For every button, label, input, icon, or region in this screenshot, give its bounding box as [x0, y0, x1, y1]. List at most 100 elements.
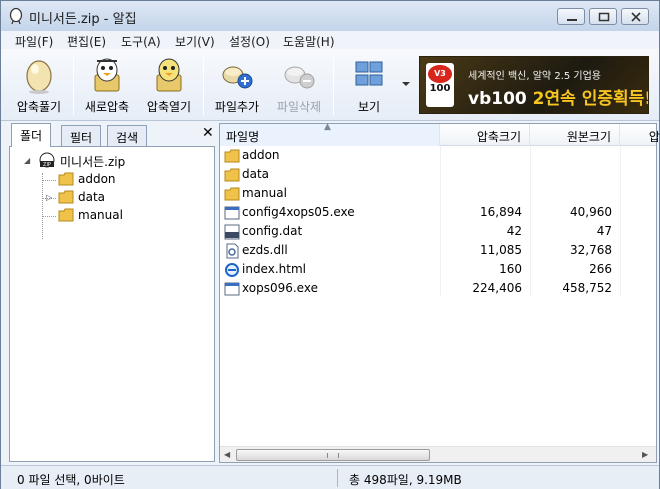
ad-brand: vb100	[468, 89, 527, 109]
compression-ratio: 5	[620, 205, 656, 219]
close-window-button[interactable]	[621, 8, 649, 25]
column-header-original-size[interactable]: 원본크기	[530, 124, 620, 146]
original-size: 458,752	[562, 281, 612, 295]
toolbar-separator	[203, 55, 204, 115]
archive-total-status: 총 498파일, 9.19MB	[349, 473, 462, 487]
compression-ratio: 1	[620, 224, 656, 238]
vb100-badge: V3 100	[426, 63, 454, 107]
tree-item-label: data	[78, 190, 106, 204]
file-name: addon	[242, 148, 280, 162]
file-name: manual	[242, 186, 287, 200]
close-panel-button[interactable]: ✕	[202, 125, 214, 141]
table-row[interactable]: data	[220, 165, 656, 184]
folder-icon	[224, 168, 240, 182]
tree-guide-line	[42, 180, 56, 181]
menu-settings[interactable]: 설정(O)	[229, 33, 270, 50]
tree-guide-line	[42, 216, 56, 217]
tree-root[interactable]: ZIP 미니서든.zip	[38, 152, 188, 170]
minimize-button[interactable]	[557, 8, 585, 25]
column-header-name[interactable]: ▲ 파일명	[220, 122, 440, 146]
view-dropdown-arrow-icon[interactable]	[401, 81, 411, 87]
tree-expand-icon[interactable]: ▷	[46, 193, 52, 202]
file-name: data	[242, 167, 270, 181]
tab-filter[interactable]: 필터	[61, 125, 102, 147]
tree-item-addon[interactable]: addon	[58, 171, 178, 189]
new-archive-button[interactable]: 새로압축	[77, 53, 137, 117]
tree-collapse-icon[interactable]: ◢	[24, 156, 30, 165]
app-window: 미니서든.zip - 알집 파일(F) 편집(E) 도구(A) 보기(V) 설정…	[0, 0, 660, 489]
column-header-compressed-size[interactable]: 압축크기	[440, 124, 530, 146]
toolbar-separator	[73, 55, 74, 115]
scrollbar-thumb[interactable]	[236, 449, 430, 461]
sort-ascending-icon: ▲	[324, 122, 331, 132]
exe-file-icon	[224, 206, 240, 220]
menu-bar: 파일(F) 편집(E) 도구(A) 보기(V) 설정(O) 도움말(H)	[1, 31, 659, 49]
folder-icon	[224, 149, 240, 163]
delete-files-icon	[284, 66, 315, 89]
column-label: 파일명	[226, 130, 260, 144]
tree-item-data[interactable]: data	[58, 189, 178, 207]
list-header: ▲ 파일명 압축크기 원본크기 압축	[220, 122, 660, 146]
menu-file[interactable]: 파일(F)	[15, 33, 53, 50]
side-panel: 폴더 필터 검색 ✕ ◢ ZIP 미니서든.zip addon ▷ data m…	[9, 123, 215, 463]
folder-icon	[58, 208, 74, 222]
status-separator	[337, 469, 338, 487]
file-list: ▲ 파일명 압축크기 원본크기 압축 addon data manual	[219, 122, 660, 463]
title-bar[interactable]: 미니서든.zip - 알집	[1, 1, 659, 31]
table-row[interactable]: manual	[220, 184, 656, 203]
table-row[interactable]: config.dat 42 47 1	[220, 222, 656, 241]
scrollbar-grip	[327, 453, 339, 458]
file-name: index.html	[242, 262, 306, 276]
column-header-ratio[interactable]: 압축	[620, 124, 660, 146]
menu-tools[interactable]: 도구(A)	[121, 33, 161, 50]
penguin-open-icon	[156, 58, 182, 92]
egg-icon	[26, 60, 52, 94]
original-size: 32,768	[570, 243, 612, 257]
menu-view[interactable]: 보기(V)	[175, 33, 215, 50]
tree-item-label: manual	[78, 208, 123, 222]
ad-headline: vb100 2연속 인증획득!	[468, 84, 648, 109]
badge-top-label: V3	[428, 65, 452, 83]
table-row[interactable]: ezds.dll 11,085 32,768 6	[220, 241, 656, 260]
folder-tree: ◢ ZIP 미니서든.zip addon ▷ data manual	[9, 146, 215, 462]
tab-folder[interactable]: 폴더	[11, 123, 52, 147]
scroll-right-icon[interactable]: ▶	[642, 450, 648, 459]
view-grid-icon	[355, 61, 383, 86]
maximize-icon	[598, 12, 610, 22]
window-title: 미니서든.zip - 알집	[29, 12, 137, 27]
delete-files-button[interactable]: 파일삭제	[269, 53, 329, 117]
tree-item-manual[interactable]: manual	[58, 207, 178, 225]
file-name: xops096.exe	[242, 281, 318, 295]
svg-text:ZIP: ZIP	[43, 162, 51, 168]
add-files-button[interactable]: 파일추가	[207, 53, 267, 117]
view-button[interactable]: 보기	[339, 53, 399, 117]
dat-file-icon	[224, 224, 240, 240]
file-name: config4xops05.exe	[242, 205, 355, 219]
scroll-left-icon[interactable]: ◀	[224, 450, 230, 459]
folder-icon	[224, 187, 240, 201]
open-archive-button[interactable]: 압축열기	[139, 53, 199, 117]
menu-help[interactable]: 도움말(H)	[283, 33, 335, 50]
file-name: config.dat	[242, 224, 303, 238]
original-size: 47	[596, 224, 612, 238]
compressed-size: 42	[506, 224, 522, 238]
tab-search[interactable]: 검색	[107, 125, 148, 147]
exe-file-icon	[224, 282, 240, 296]
extract-label: 압축풀기	[16, 100, 62, 114]
ad-banner[interactable]: V3 100 세계적인 백신, 알약 2.5 기업용 vb100 2연속 인증획…	[419, 56, 649, 114]
toolbar-separator	[333, 55, 334, 115]
new-archive-label: 새로압축	[84, 100, 130, 114]
add-files-label: 파일추가	[214, 100, 260, 114]
compression-ratio: 6	[620, 243, 656, 257]
status-bar: 0 파일 선택, 0바이트 총 498파일, 9.19MB	[1, 465, 659, 489]
table-row[interactable]: xops096.exe 224,406 458,752 5	[220, 279, 656, 298]
maximize-button[interactable]	[589, 8, 617, 25]
horizontal-scrollbar[interactable]: ◀ ▶	[220, 446, 656, 462]
table-row[interactable]: index.html 160 266 4	[220, 260, 656, 279]
folder-icon	[58, 190, 74, 204]
add-files-icon	[222, 66, 253, 89]
table-row[interactable]: config4xops05.exe 16,894 40,960 5	[220, 203, 656, 222]
menu-edit[interactable]: 편집(E)	[67, 33, 106, 50]
extract-button[interactable]: 압축풀기	[9, 53, 69, 117]
table-row[interactable]: addon	[220, 146, 656, 165]
